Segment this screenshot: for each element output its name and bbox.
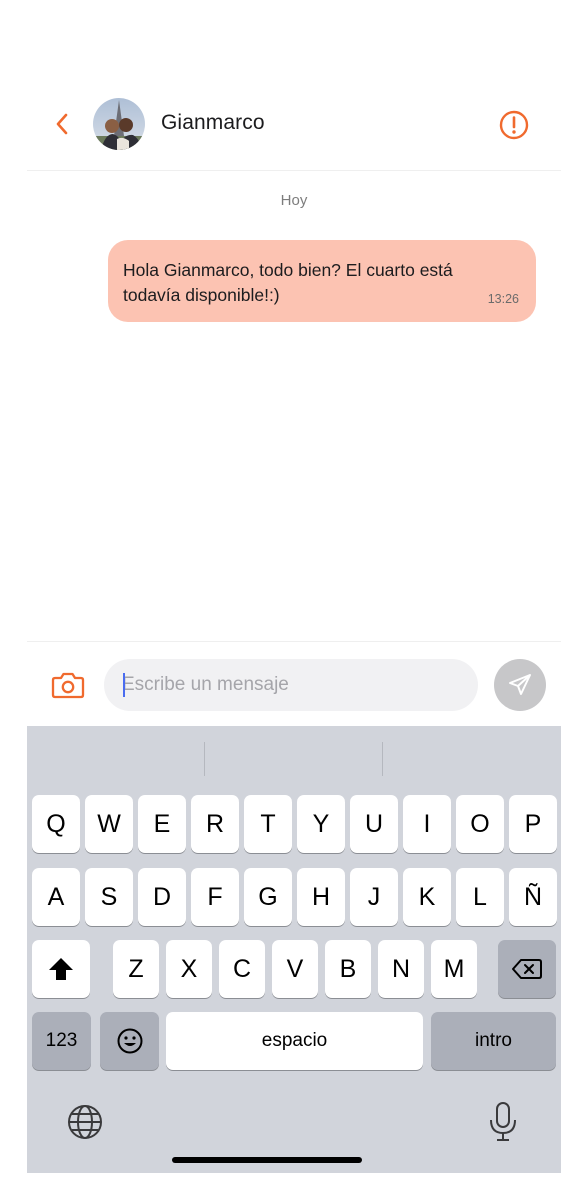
- key-e[interactable]: E: [138, 795, 186, 853]
- key-m[interactable]: M: [431, 940, 477, 998]
- key-r[interactable]: R: [191, 795, 239, 853]
- composer-divider: [27, 641, 561, 642]
- return-key[interactable]: intro: [431, 1012, 556, 1070]
- key-c[interactable]: C: [219, 940, 265, 998]
- back-button[interactable]: [47, 106, 77, 142]
- numbers-key[interactable]: 123: [32, 1012, 91, 1070]
- contact-name[interactable]: Gianmarco: [161, 111, 265, 135]
- avatar[interactable]: [93, 98, 145, 150]
- report-button[interactable]: [497, 108, 531, 142]
- day-separator: Hoy: [280, 192, 308, 209]
- key-v[interactable]: V: [272, 940, 318, 998]
- shift-icon: [49, 958, 73, 980]
- exclamation-circle-icon: [499, 110, 529, 140]
- key-d[interactable]: D: [138, 868, 186, 926]
- key-f[interactable]: F: [191, 868, 239, 926]
- key-k[interactable]: K: [403, 868, 451, 926]
- camera-icon: [51, 672, 85, 699]
- key-y[interactable]: Y: [297, 795, 345, 853]
- key-j[interactable]: J: [350, 868, 398, 926]
- chevron-left-icon: [56, 113, 68, 135]
- delete-icon: [512, 959, 542, 979]
- emoji-icon: [117, 1028, 142, 1054]
- key-n[interactable]: N: [378, 940, 424, 998]
- message-bubble[interactable]: Hola Gianmarco, todo bien? El cuarto est…: [108, 240, 536, 322]
- shift-key[interactable]: [32, 940, 90, 998]
- emoji-key[interactable]: [100, 1012, 159, 1070]
- dictation-key[interactable]: [485, 1100, 521, 1144]
- key-h[interactable]: H: [297, 868, 345, 926]
- key-o[interactable]: O: [456, 795, 504, 853]
- key-w[interactable]: W: [85, 795, 133, 853]
- key-q[interactable]: Q: [32, 795, 80, 853]
- key-z[interactable]: Z: [113, 940, 159, 998]
- globe-icon: [68, 1105, 102, 1139]
- message-input[interactable]: [122, 659, 462, 711]
- chat-header: Gianmarco: [27, 88, 561, 160]
- space-key[interactable]: espacio: [166, 1012, 423, 1070]
- send-icon: [509, 674, 531, 695]
- key-g[interactable]: G: [244, 868, 292, 926]
- key-s[interactable]: S: [85, 868, 133, 926]
- microphone-icon: [490, 1102, 516, 1141]
- message-time: 13:26: [487, 292, 519, 306]
- send-button[interactable]: [494, 659, 546, 711]
- delete-key[interactable]: [498, 940, 556, 998]
- key-b[interactable]: B: [325, 940, 371, 998]
- key-x[interactable]: X: [166, 940, 212, 998]
- key-u[interactable]: U: [350, 795, 398, 853]
- key-a[interactable]: A: [32, 868, 80, 926]
- avatar-photo: [93, 98, 145, 150]
- home-indicator: [172, 1157, 362, 1163]
- header-divider: [27, 170, 561, 171]
- suggestion-divider: [204, 742, 205, 776]
- key-l[interactable]: L: [456, 868, 504, 926]
- message-text: Hola Gianmarco, todo bien? El cuarto est…: [123, 260, 453, 305]
- message-input-container: [104, 659, 478, 711]
- key-t[interactable]: T: [244, 795, 292, 853]
- suggestion-divider: [382, 742, 383, 776]
- key-i[interactable]: I: [403, 795, 451, 853]
- keyboard: Q W E R T Y U I O P A S D F G H J K L Ñ …: [27, 726, 561, 1173]
- globe-key[interactable]: [65, 1102, 105, 1142]
- key-p[interactable]: P: [509, 795, 557, 853]
- chat-screen: Gianmarco Hoy Hola Gianmarco, todo bien?…: [27, 0, 561, 1188]
- text-caret: [123, 673, 125, 697]
- key-n-tilde[interactable]: Ñ: [509, 868, 557, 926]
- camera-button[interactable]: [51, 670, 85, 700]
